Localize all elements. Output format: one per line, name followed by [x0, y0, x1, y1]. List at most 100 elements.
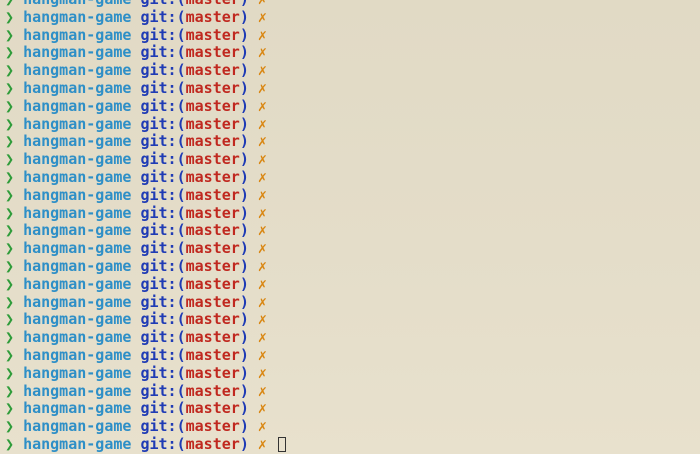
- dirty-mark-icon: ✗: [257, 381, 267, 400]
- git-prefix: git:: [140, 328, 177, 347]
- prompt-arrow-icon: ❯: [5, 399, 15, 418]
- directory-name: hangman-game: [23, 78, 132, 97]
- prompt-arrow-icon: ❯: [5, 114, 15, 133]
- git-open-paren: (: [176, 96, 186, 115]
- git-prefix: git:: [140, 239, 177, 258]
- dirty-mark-icon: ✗: [257, 7, 267, 26]
- git-prefix: git:: [140, 310, 177, 329]
- directory-name: hangman-game: [23, 274, 132, 293]
- dirty-mark-icon: ✗: [257, 399, 267, 418]
- git-close-paren: ): [239, 417, 249, 436]
- branch-name: master: [185, 43, 240, 62]
- directory-name: hangman-game: [23, 417, 132, 436]
- prompt-line: ❯ hangman-game git:(master) ✗: [5, 399, 286, 418]
- git-open-paren: (: [176, 345, 186, 364]
- prompt-line: ❯ hangman-game git:(master) ✗: [5, 345, 286, 365]
- directory-name: hangman-game: [23, 328, 132, 347]
- directory-name: hangman-game: [23, 7, 132, 26]
- prompt-arrow-icon: ❯: [5, 292, 15, 311]
- prompt-arrow-icon: ❯: [5, 0, 14, 8]
- branch-name: master: [185, 274, 240, 293]
- branch-name: master: [185, 417, 240, 436]
- prompt-line: ❯ hangman-game git:(master) ✗: [5, 78, 286, 98]
- git-prefix: git:: [140, 274, 177, 293]
- git-prefix: git:: [140, 434, 177, 453]
- git-close-paren: ): [239, 150, 249, 169]
- prompt-line: ❯ hangman-game git:(master) ✗: [5, 363, 286, 383]
- git-prefix: git:: [140, 78, 177, 97]
- git-open-paren: (: [176, 43, 186, 62]
- git-open-paren: (: [176, 203, 186, 222]
- branch-name: master: [186, 0, 240, 8]
- directory-name: hangman-game: [23, 43, 132, 62]
- dirty-mark-icon: ✗: [257, 274, 267, 293]
- git-prefix: git:: [140, 417, 177, 436]
- prompt-arrow-icon: ❯: [5, 274, 15, 293]
- git-prefix: git:: [140, 61, 177, 80]
- prompt-arrow-icon: ❯: [5, 61, 15, 80]
- prompt-line: ❯ hangman-game git:(master) ✗: [5, 25, 286, 45]
- branch-name: master: [185, 328, 240, 347]
- dirty-mark-icon: ✗: [257, 167, 267, 186]
- prompt-line: ❯ hangman-game git:(master) ✗: [5, 274, 286, 294]
- directory-name: hangman-game: [23, 310, 132, 329]
- git-prefix: git:: [140, 96, 177, 115]
- branch-name: master: [185, 167, 240, 186]
- prompt-line: ❯ hangman-game git:(master) ✗: [5, 167, 286, 187]
- dirty-mark-icon: ✗: [258, 0, 267, 8]
- prompt-arrow-icon: ❯: [5, 7, 15, 26]
- git-prefix: git:: [140, 381, 177, 400]
- dirty-mark-icon: ✗: [257, 434, 267, 453]
- branch-name: master: [185, 185, 240, 204]
- prompt-arrow-icon: ❯: [5, 417, 15, 436]
- active-prompt-line[interactable]: ❯ hangman-game git:(master) ✗: [5, 434, 286, 454]
- dirty-mark-icon: ✗: [257, 61, 267, 80]
- prompt-arrow-icon: ❯: [5, 310, 15, 329]
- branch-name: master: [185, 310, 240, 329]
- branch-name: master: [185, 345, 240, 364]
- git-prefix: git:: [140, 256, 177, 275]
- git-close-paren: ): [239, 114, 249, 133]
- directory-name: hangman-game: [23, 96, 132, 115]
- git-close-paren: ): [239, 25, 249, 44]
- git-close-paren: ): [239, 310, 249, 329]
- directory-name: hangman-game: [23, 239, 132, 258]
- prompt-arrow-icon: ❯: [5, 132, 15, 151]
- git-prefix: git:: [140, 363, 177, 382]
- git-close-paren: ): [240, 0, 249, 8]
- dirty-mark-icon: ✗: [257, 345, 267, 364]
- branch-name: master: [185, 203, 240, 222]
- prompt-arrow-icon: ❯: [5, 185, 15, 204]
- branch-name: master: [185, 114, 240, 133]
- git-open-paren: (: [176, 185, 186, 204]
- git-close-paren: ): [239, 61, 249, 80]
- prompt-arrow-icon: ❯: [5, 434, 15, 453]
- directory-name: hangman-game: [23, 399, 132, 418]
- prompt-line: ❯ hangman-game git:(master) ✗: [5, 239, 286, 258]
- branch-name: master: [185, 256, 240, 275]
- git-open-paren: (: [176, 363, 186, 382]
- git-prefix: git:: [140, 0, 176, 8]
- dirty-mark-icon: ✗: [257, 43, 267, 62]
- git-open-paren: (: [176, 417, 186, 436]
- branch-name: master: [185, 221, 240, 240]
- dirty-mark-icon: ✗: [257, 328, 267, 347]
- directory-name: hangman-game: [23, 0, 131, 8]
- prompt-line: ❯ hangman-game git:(master) ✗: [5, 150, 286, 169]
- directory-name: hangman-game: [23, 381, 132, 400]
- git-prefix: git:: [140, 132, 177, 151]
- git-open-paren: (: [176, 328, 186, 347]
- prompt-arrow-icon: ❯: [5, 328, 15, 347]
- branch-name: master: [185, 363, 240, 382]
- prompt-arrow-icon: ❯: [5, 345, 15, 364]
- git-prefix: git:: [140, 114, 177, 133]
- git-close-paren: ): [239, 363, 249, 382]
- git-prefix: git:: [140, 25, 177, 44]
- git-open-paren: (: [176, 256, 186, 275]
- directory-name: hangman-game: [23, 363, 132, 382]
- dirty-mark-icon: ✗: [257, 185, 267, 204]
- git-open-paren: (: [176, 239, 186, 258]
- prompt-line: ❯ hangman-game git:(master) ✗: [5, 114, 286, 134]
- terminal-window[interactable]: ❯ hangman-game git:(master) ✗ ❯ hangman-…: [0, 0, 700, 454]
- branch-name: master: [185, 399, 240, 418]
